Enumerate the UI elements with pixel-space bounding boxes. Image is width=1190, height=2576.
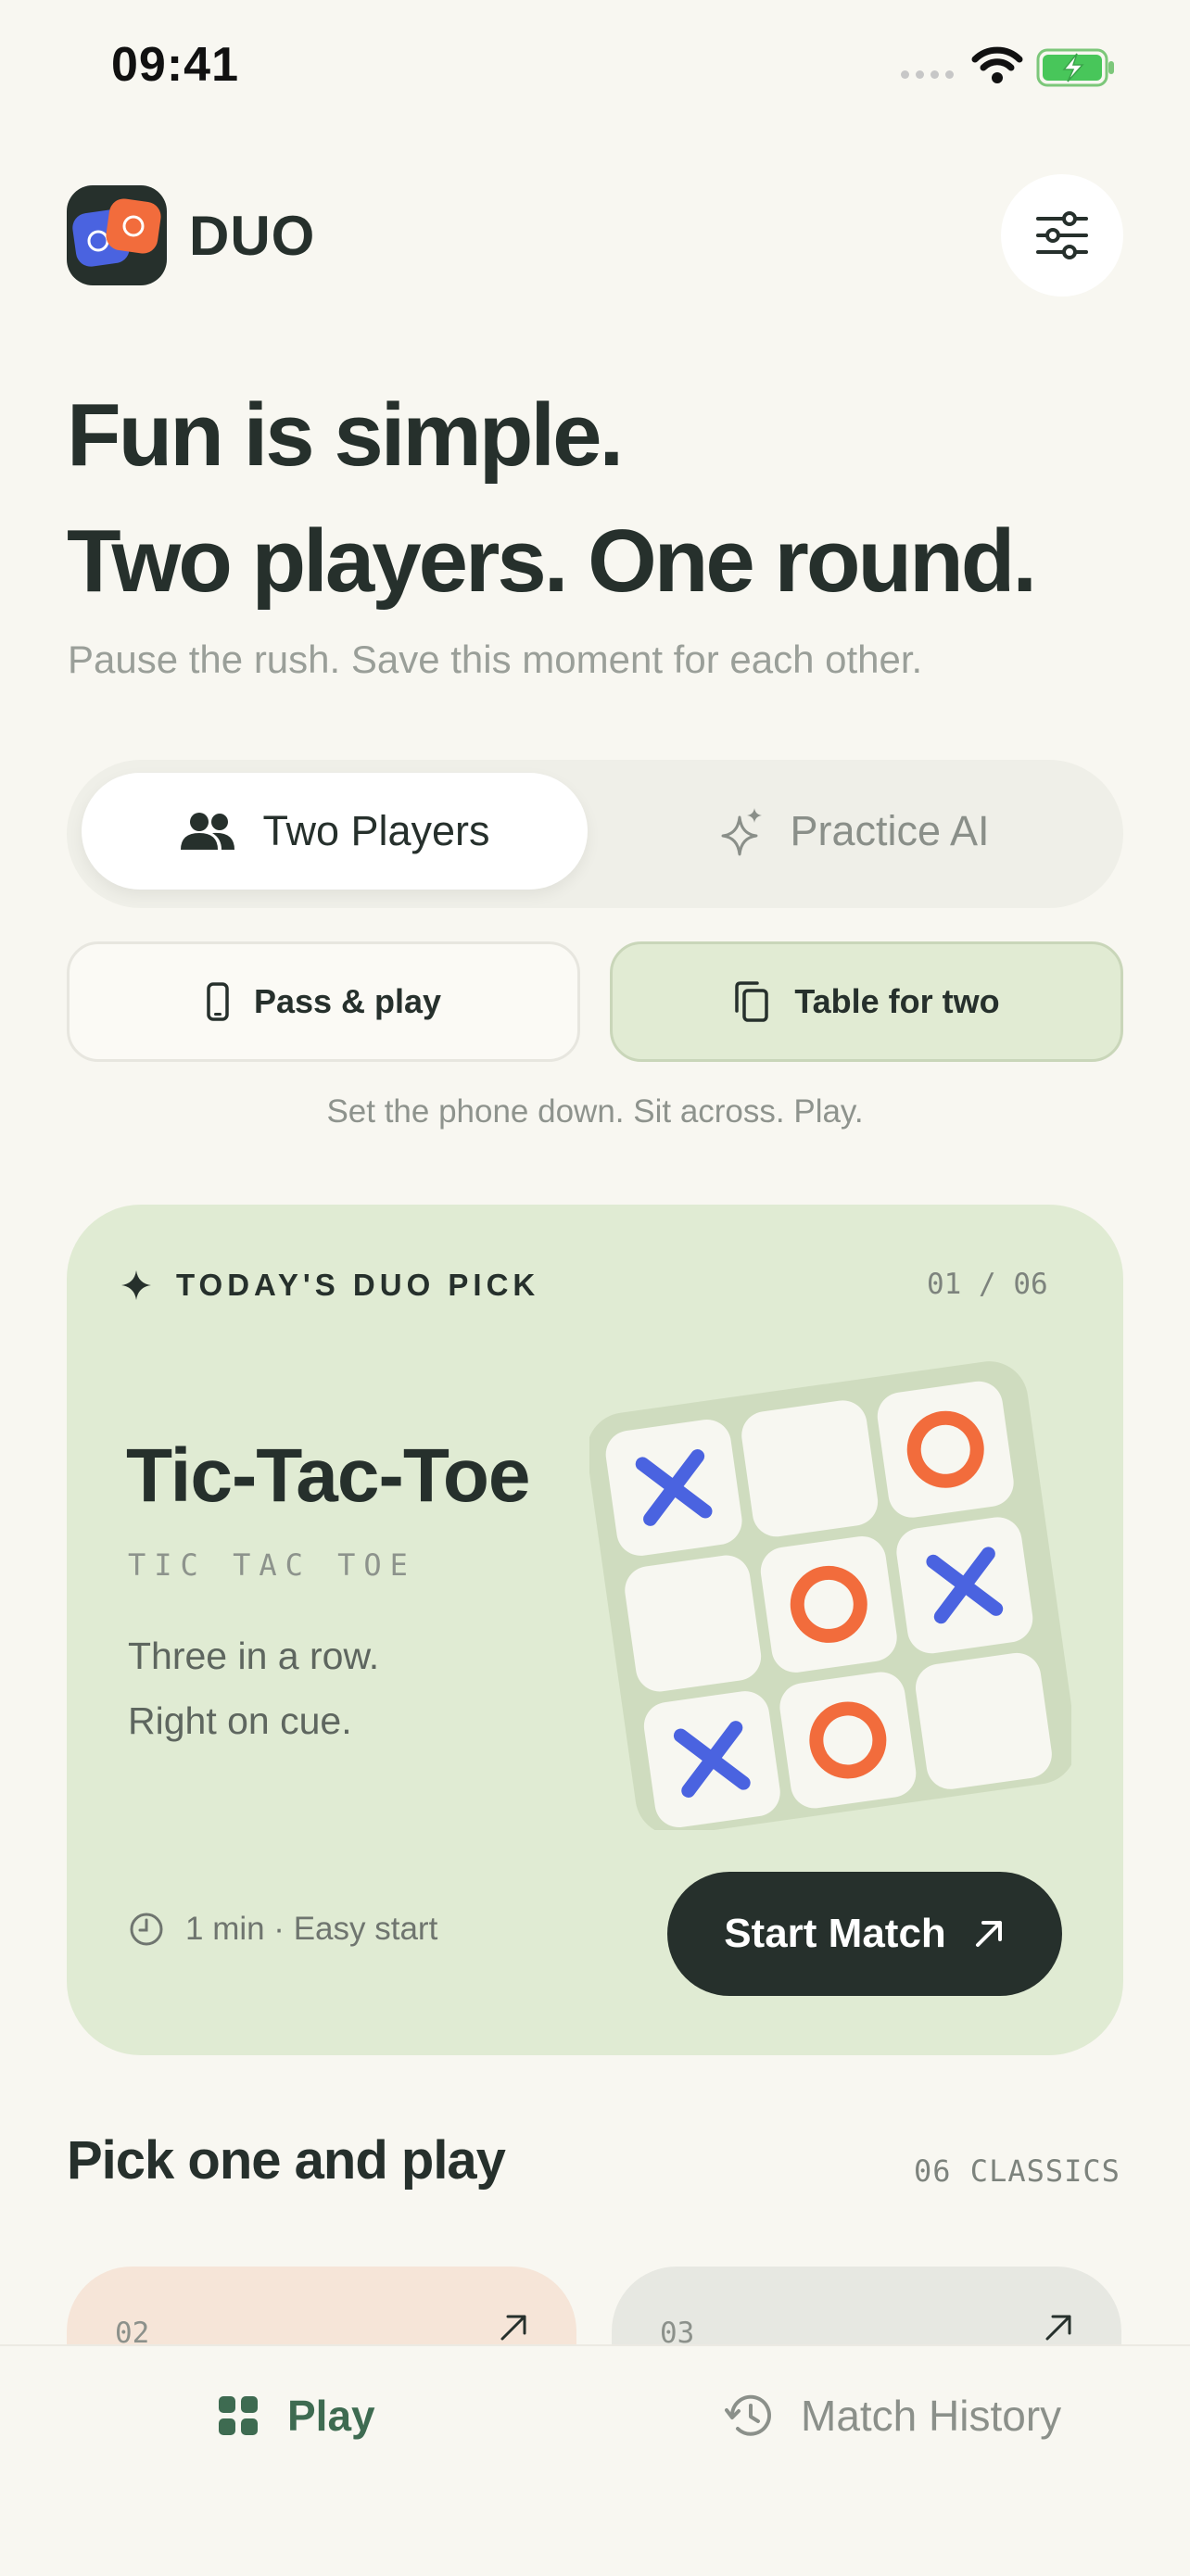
arrow-up-right-icon <box>975 1921 1002 1947</box>
tab-practice-ai[interactable]: Practice AI <box>599 773 1110 890</box>
player-mode-switch: Two Players Practice AI <box>67 760 1123 908</box>
board-cell <box>625 1555 762 1692</box>
duo-logo <box>67 185 167 285</box>
game-subtitle: TIC TAC TOE <box>128 1547 416 1583</box>
section-title: Pick one and play <box>67 2130 506 2191</box>
pick-label: TODAY'S DUO PICK <box>120 1268 539 1303</box>
tab-play[interactable]: Play <box>217 2391 375 2441</box>
game-meta: 1 min · Easy start <box>128 1911 437 1948</box>
desc-line-2: Right on cue. <box>128 1699 352 1742</box>
hero-headline: Fun is simple. Two players. One round. <box>67 373 1037 625</box>
board-cell <box>915 1652 1052 1789</box>
arrow-up-right-icon <box>1045 2315 1071 2341</box>
sparkle-icon <box>121 1270 151 1300</box>
board-cell <box>779 1672 917 1809</box>
wifi-icon <box>971 46 1023 83</box>
arrow-up-right-icon <box>500 2315 526 2341</box>
table-for-two-button[interactable]: Table for two <box>610 941 1123 1062</box>
tab-match-history-label: Match History <box>801 2392 1062 2440</box>
tab-two-players-label: Two Players <box>262 807 490 854</box>
pick-counter: 01 / 06 <box>927 1268 1048 1301</box>
pass-and-play-label: Pass & play <box>253 982 442 1020</box>
start-match-button[interactable]: Start Match <box>667 1872 1062 1996</box>
board-cell <box>877 1381 1014 1518</box>
two-people-icon <box>181 813 235 850</box>
game-title: Tic-Tac-Toe <box>126 1433 531 1518</box>
pass-and-play-button[interactable]: Pass & play <box>67 941 580 1062</box>
bottom-tab-bar <box>0 2344 1190 2576</box>
sliders-icon <box>1036 211 1088 259</box>
history-icon <box>725 2394 771 2436</box>
hero-subtitle: Pause the rush. Save this moment for eac… <box>68 638 923 681</box>
headline-line-1: Fun is simple. <box>67 385 624 485</box>
mode-hint: Set the phone down. Sit across. Play. <box>326 1093 864 1130</box>
tic-tac-toe-preview <box>589 1361 1071 1830</box>
table-for-two-label: Table for two <box>794 982 1000 1020</box>
battery-charging-icon <box>1036 48 1114 87</box>
board-cell <box>741 1400 879 1537</box>
tab-practice-ai-label: Practice AI <box>790 807 990 854</box>
tab-two-players[interactable]: Two Players <box>82 773 588 890</box>
game-description: Three in a row. Right on cue. <box>128 1623 379 1753</box>
settings-button[interactable] <box>1001 174 1123 297</box>
section-count: 06 CLASSICS <box>914 2153 1120 2189</box>
game-meta-text: 1 min · Easy start <box>185 1911 438 1947</box>
grid-icon <box>219 2396 258 2435</box>
copy-icon <box>735 981 769 1022</box>
sparkle-icon <box>721 808 763 856</box>
phone-icon <box>207 982 229 1021</box>
pick-label-text: TODAY'S DUO PICK <box>176 1268 540 1302</box>
desc-line-1: Three in a row. <box>128 1635 380 1677</box>
clock-icon <box>130 1913 163 1946</box>
start-match-label: Start Match <box>724 1911 946 1956</box>
headline-line-2: Two players. One round. <box>67 511 1037 611</box>
cellular-signal-icon <box>901 70 954 79</box>
board-cell <box>760 1535 897 1673</box>
tab-match-history[interactable]: Match History <box>725 2391 1061 2441</box>
status-time: 09:41 <box>111 38 239 92</box>
tab-play-label: Play <box>287 2392 375 2440</box>
brand-name: DUO <box>189 205 316 267</box>
